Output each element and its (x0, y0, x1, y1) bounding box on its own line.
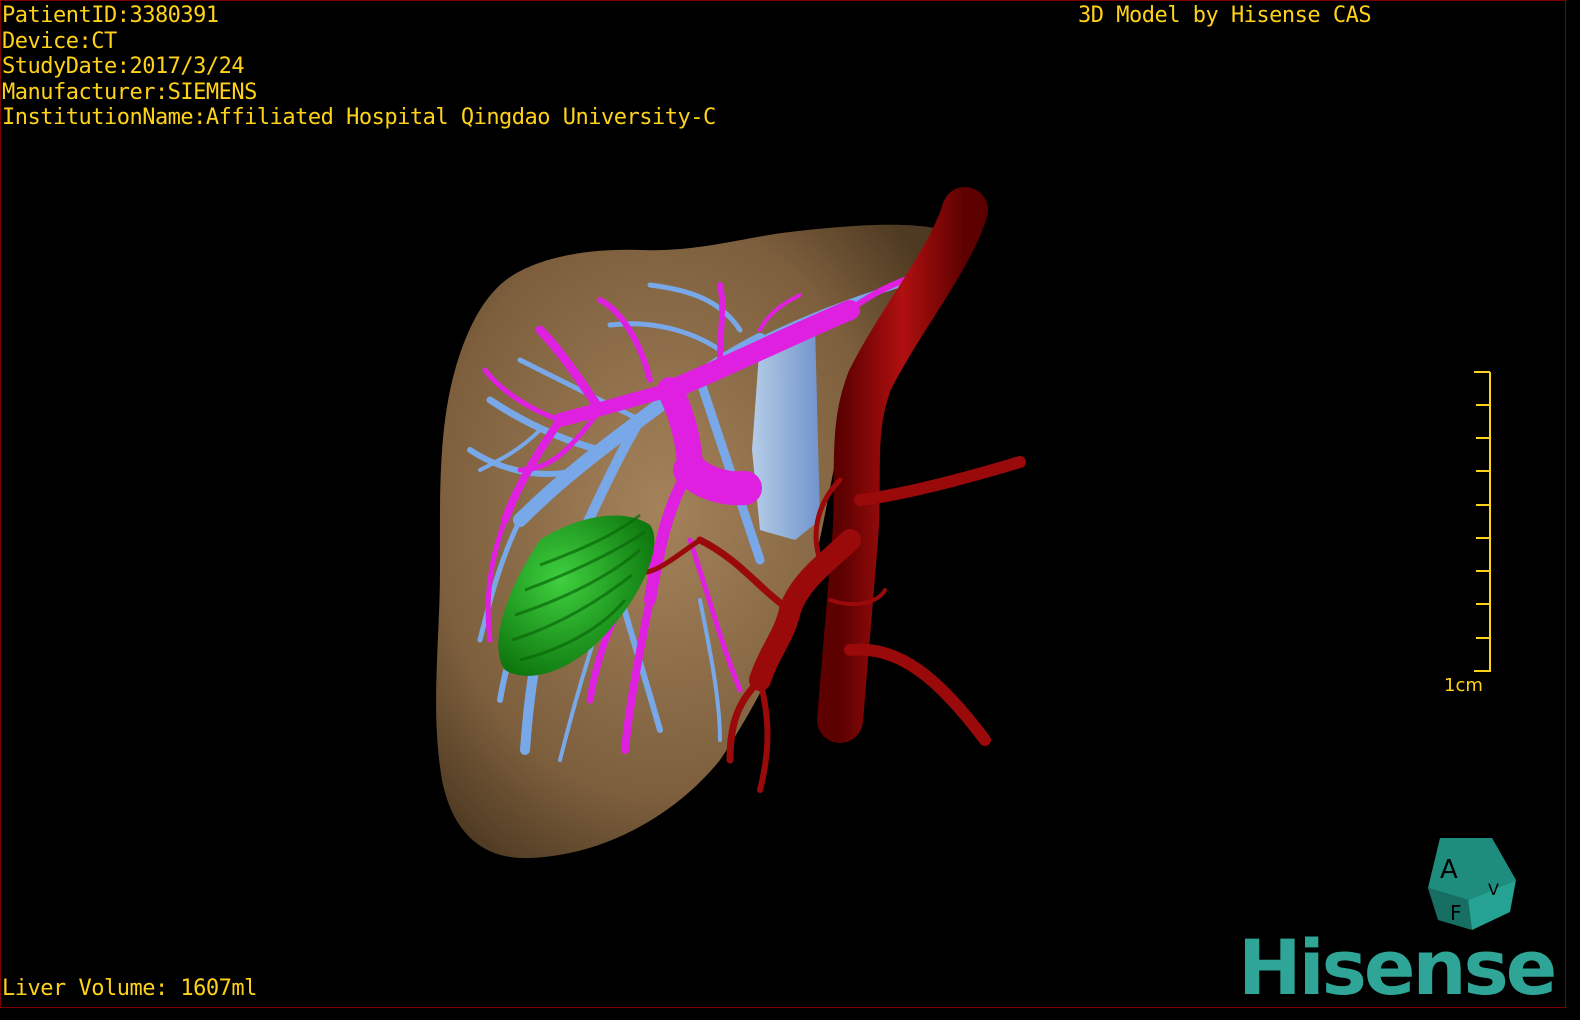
cube-face-f: F (1450, 901, 1462, 925)
cube-face-a: A (1440, 855, 1458, 885)
liver-volume-text: Liver Volume: 1607ml (2, 976, 257, 1001)
cube-face-side: V (1488, 880, 1499, 899)
orientation-cube-icon[interactable]: A F V (0, 0, 1580, 1020)
hisense-logo: Hisense (1238, 923, 1557, 1012)
